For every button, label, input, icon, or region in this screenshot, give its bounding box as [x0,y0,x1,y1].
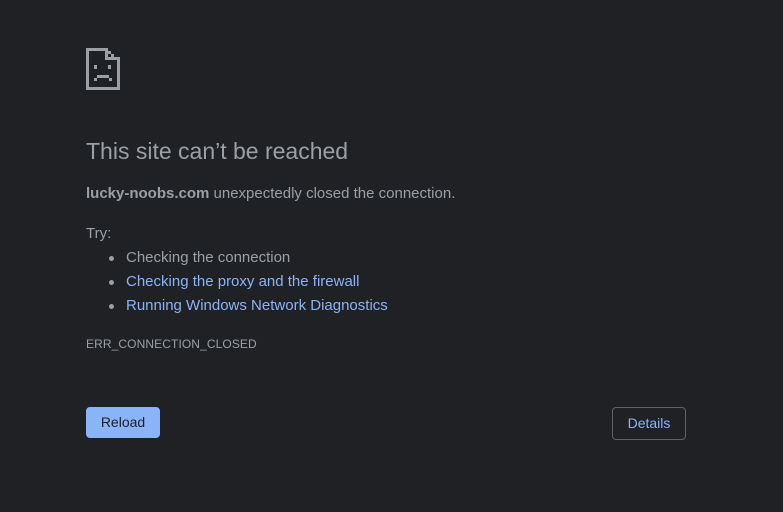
suggestion-item: Checking the connection [109,246,388,270]
suggestion-item[interactable]: Running Windows Network Diagnostics [109,294,388,318]
reload-button[interactable]: Reload [86,407,160,438]
error-code: ERR_CONNECTION_CLOSED [86,337,257,351]
sad-page-icon [86,48,120,90]
suggestions-list: Checking the connection Checking the pro… [86,246,388,318]
suggestion-item[interactable]: Checking the proxy and the firewall [109,270,388,294]
suggestion-proxy-firewall-link[interactable]: Checking the proxy and the firewall [126,273,359,290]
bullet-icon [109,280,114,285]
suggestion-network-diagnostics-link[interactable]: Running Windows Network Diagnostics [126,297,388,314]
error-message: unexpectedly closed the connection. [209,185,456,202]
bullet-icon [109,256,114,261]
page-title: This site can’t be reached [86,138,349,164]
error-summary: lucky-noobs.com unexpectedly closed the … [86,185,455,202]
bullet-icon [109,304,114,309]
try-label: Try: [86,225,112,242]
suggestion-check-connection: Checking the connection [126,249,291,266]
details-button[interactable]: Details [612,407,686,440]
site-host: lucky-noobs.com [86,185,210,202]
